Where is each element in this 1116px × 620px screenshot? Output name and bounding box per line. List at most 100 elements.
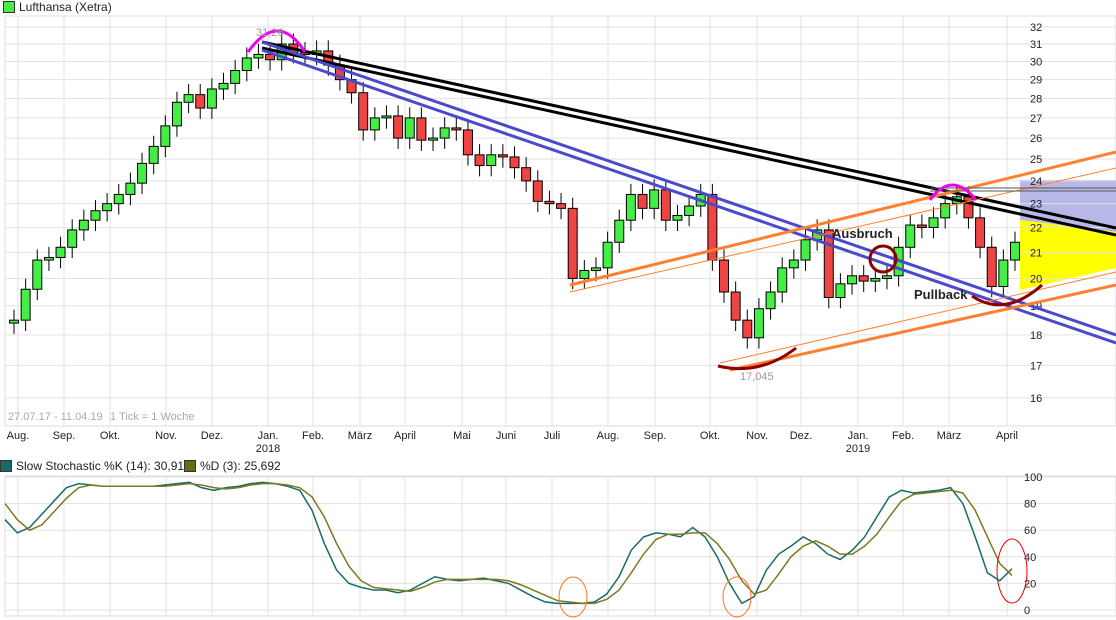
tick-note: 1 Tick = 1 Woche: [110, 411, 194, 423]
candle: [532, 180, 543, 202]
candle: [183, 94, 194, 103]
candle: [486, 154, 497, 167]
x-tick-label: Dez.: [790, 430, 813, 442]
low-label: 17,045: [740, 371, 774, 383]
candle: [765, 291, 776, 310]
candle: [614, 219, 625, 243]
candle: [102, 203, 113, 212]
x-tick-label: Juli: [544, 430, 561, 442]
y-tick-label: 22: [1030, 222, 1042, 234]
pullback-label: Pullback: [914, 287, 968, 302]
candle: [986, 246, 997, 288]
candle: [998, 259, 1009, 288]
candle: [881, 275, 892, 279]
candle: [369, 117, 380, 131]
candle: [556, 203, 567, 209]
candle: [78, 219, 89, 231]
legend-swatch: [0, 460, 12, 472]
candle: [858, 275, 869, 282]
candle: [905, 224, 916, 248]
legend-d-label: %D (3): 25,692: [200, 459, 281, 473]
legend-price: Lufthansa (Xetra): [3, 0, 112, 14]
x-tick-label: April: [394, 430, 416, 442]
candle: [975, 217, 986, 248]
candle: [800, 239, 811, 261]
candle: [113, 193, 124, 205]
candle: [916, 224, 927, 228]
candle: [43, 256, 54, 261]
y-tick-label: 27: [1030, 113, 1042, 125]
candle: [125, 182, 136, 195]
candle: [404, 117, 415, 139]
candle: [32, 259, 43, 290]
x-tick-label: Jan.: [848, 430, 869, 442]
candle: [963, 196, 974, 219]
stoch-y-tick-label: 60: [1024, 525, 1036, 537]
y-tick-label: 20: [1030, 273, 1042, 285]
legend-k-label: Slow Stochastic %K (14): 30,918: [16, 459, 191, 473]
x-tick-label: Juni: [496, 430, 516, 442]
candle: [451, 127, 462, 131]
y-tick-label: 29: [1030, 75, 1042, 87]
year-label: 2018: [256, 443, 280, 455]
x-tick-label: März: [348, 430, 372, 442]
candle: [55, 246, 66, 258]
candle: [358, 92, 369, 131]
candle: [137, 162, 148, 184]
candle: [439, 127, 450, 139]
y-tick-label: 16: [1030, 393, 1042, 405]
y-tick-label: 25: [1030, 154, 1042, 166]
candle: [788, 259, 799, 269]
x-tick-label: Aug.: [597, 430, 620, 442]
candle: [1010, 241, 1020, 261]
candle: [567, 207, 578, 279]
x-tick-label: Sep.: [53, 430, 76, 442]
candle: [719, 259, 730, 293]
candle: [672, 214, 683, 221]
legend-swatch: [3, 1, 15, 13]
candle: [148, 145, 159, 164]
candle: [928, 217, 939, 228]
year-label: 2019: [846, 443, 870, 455]
candle: [730, 291, 741, 321]
candle: [241, 57, 252, 72]
candle: [625, 193, 636, 221]
candle: [218, 82, 229, 90]
x-tick-label: Feb.: [302, 430, 324, 442]
stoch-y-tick-label: 100: [1024, 472, 1042, 484]
x-tick-label: Okt.: [100, 430, 120, 442]
y-tick-label: 17: [1030, 360, 1042, 372]
candle: [579, 269, 590, 279]
x-tick-label: Feb.: [892, 430, 914, 442]
candle: [462, 129, 473, 156]
x-tick-label: Okt.: [700, 430, 720, 442]
candle: [206, 88, 217, 109]
stoch-y-tick-label: 80: [1024, 499, 1036, 511]
candle: [544, 200, 555, 205]
candle: [847, 275, 858, 285]
legend-swatch: [184, 460, 196, 472]
x-tick-label: April: [996, 430, 1018, 442]
x-tick-label: Nov.: [746, 430, 768, 442]
candle: [9, 319, 19, 324]
candle: [474, 154, 485, 167]
candle: [753, 308, 764, 339]
candle: [870, 277, 881, 282]
candle: [230, 70, 241, 84]
candle: [171, 101, 182, 127]
y-tick-label: 31: [1030, 39, 1042, 51]
candle: [428, 137, 439, 141]
y-tick-label: 30: [1030, 57, 1042, 69]
candle: [742, 319, 753, 339]
x-tick-label: Mai: [453, 430, 471, 442]
candle: [509, 156, 520, 169]
candle: [649, 189, 660, 209]
candle: [637, 193, 648, 209]
x-tick-label: Aug.: [7, 430, 30, 442]
date-range-note: 27.07.17 - 11.04.19: [8, 411, 103, 423]
y-tick-label: 28: [1030, 93, 1042, 105]
candle: [590, 267, 601, 271]
candle: [521, 167, 532, 182]
breakout-label: Ausbruch: [832, 226, 893, 241]
candle: [602, 241, 613, 269]
